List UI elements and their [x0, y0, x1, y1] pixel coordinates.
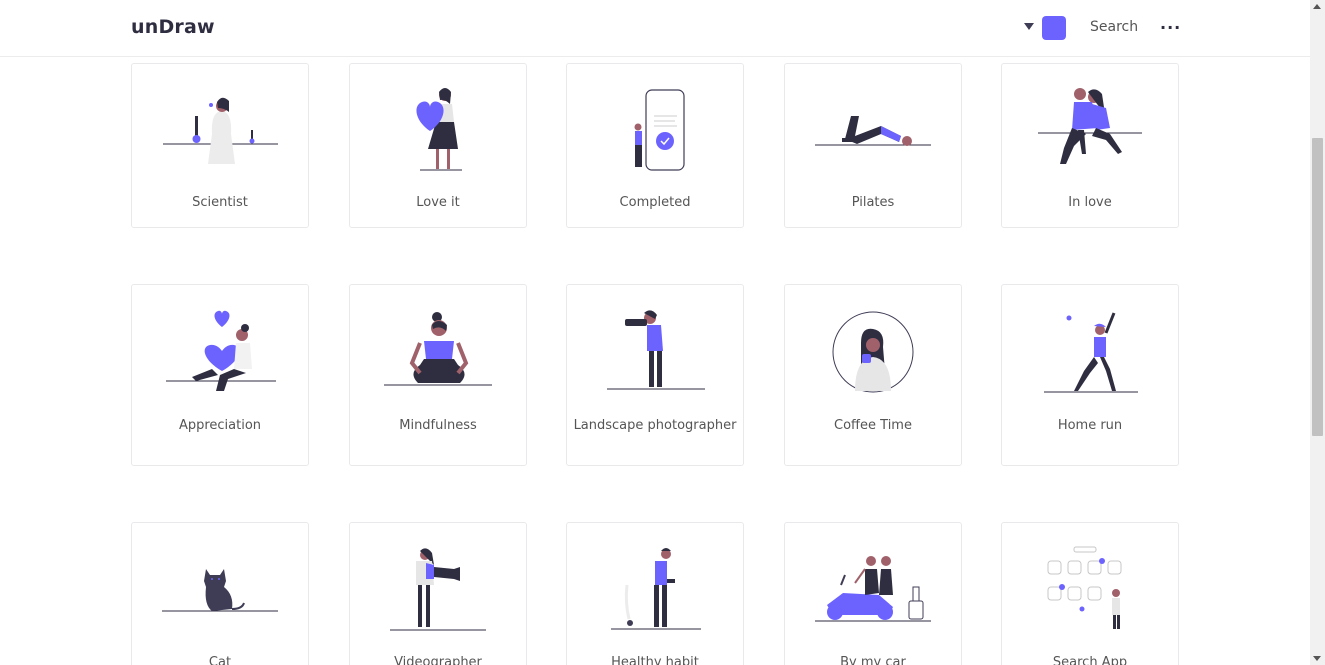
illustration-title: Pilates	[851, 195, 895, 210]
illustration-title: Coffee Time	[834, 418, 912, 433]
illustration-card[interactable]: Home run	[1001, 284, 1179, 466]
scroll-down-arrow-icon[interactable]	[1313, 656, 1321, 661]
illustration-card[interactable]: Cat	[131, 522, 309, 665]
illustration-title: Videographer	[394, 655, 482, 665]
illustration-title: Home run	[1057, 418, 1123, 433]
illustration-title: Healthy habit	[611, 655, 699, 665]
illustration-card[interactable]: Search App	[1001, 522, 1179, 665]
illustration-card[interactable]: In love	[1001, 63, 1179, 228]
by-my-car-illustration	[815, 556, 931, 622]
illustration-title: Love it	[416, 195, 460, 210]
search-button[interactable]: Search	[1090, 19, 1138, 35]
illustration-title: Search App	[1052, 655, 1128, 665]
caret-down-icon	[1024, 22, 1034, 30]
illustration-title: Appreciation	[178, 418, 262, 433]
illustration-card[interactable]: Landscape photographer	[566, 284, 744, 466]
color-picker[interactable]	[1024, 16, 1066, 40]
illustration-card[interactable]: Completed	[566, 63, 744, 228]
illustration-card[interactable]: Coffee Time	[784, 284, 962, 466]
mindfulness-illustration	[384, 312, 492, 386]
illustration-title: Completed	[619, 195, 691, 210]
illustration-card[interactable]: Mindfulness	[349, 284, 527, 466]
illustration-card[interactable]: Healthy habit	[566, 522, 744, 665]
illustration-card[interactable]: Pilates	[784, 63, 962, 228]
home-run-illustration	[1044, 312, 1138, 393]
coffee-time-illustration	[832, 311, 914, 393]
cat-illustration	[162, 569, 278, 612]
illustration-title: Scientist	[192, 195, 248, 210]
illustration-title: Mindfulness	[399, 418, 477, 433]
landscape-photographer-illustration	[607, 310, 705, 390]
more-options-icon[interactable]: ···	[1160, 18, 1181, 37]
scrollbar-thumb[interactable]	[1312, 138, 1323, 436]
healthy-habit-illustration	[611, 548, 701, 630]
illustration-title: Landscape photographer	[573, 418, 737, 433]
illustration-card[interactable]: Scientist	[131, 63, 309, 228]
illustration-title: By my car	[840, 655, 906, 665]
illustration-title: In love	[1068, 195, 1112, 210]
search-app-illustration	[1047, 546, 1122, 629]
scroll-up-arrow-icon[interactable]	[1313, 4, 1321, 9]
accent-color-swatch[interactable]	[1042, 16, 1066, 40]
logo[interactable]: unDraw	[131, 16, 215, 38]
appreciation-illustration	[166, 310, 276, 391]
top-navigation-bar: unDraw Search ···	[0, 0, 1310, 57]
illustration-card[interactable]: Videographer	[349, 522, 527, 665]
videographer-illustration	[390, 548, 486, 631]
illustration-title: Cat	[208, 655, 232, 665]
illustration-card[interactable]: By my car	[784, 522, 962, 665]
illustration-card[interactable]: Appreciation	[131, 284, 309, 466]
illustration-card[interactable]: Love it	[349, 63, 527, 228]
scrollbar[interactable]	[1310, 0, 1325, 665]
